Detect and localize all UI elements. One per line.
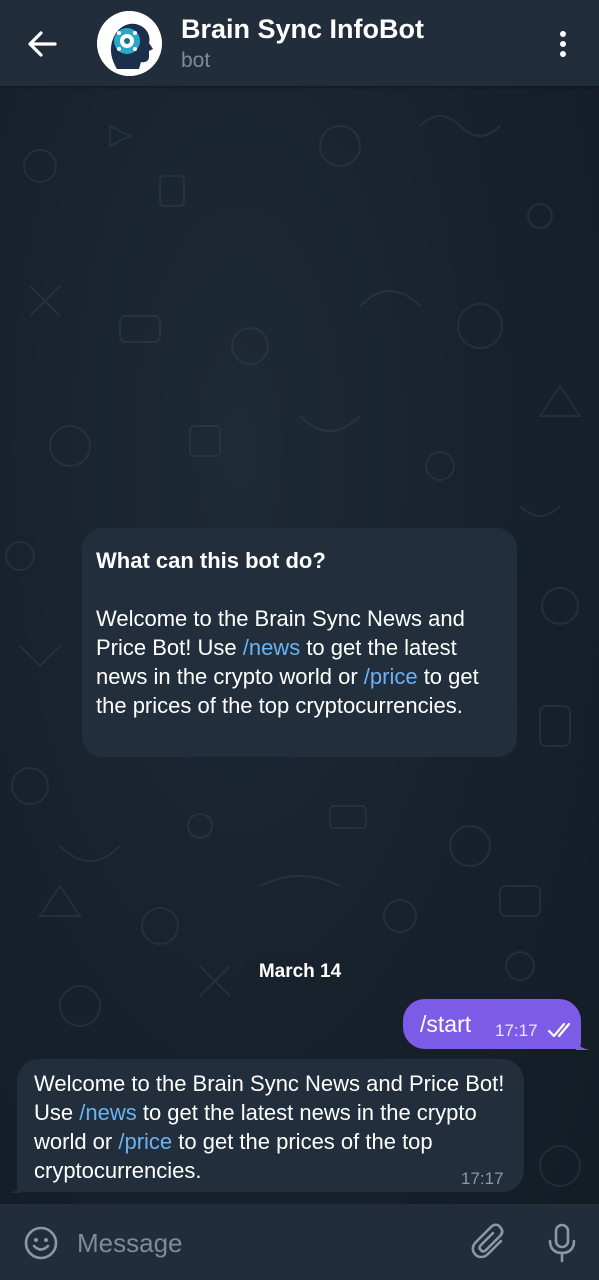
bot-avatar[interactable] [97,11,162,76]
card-description: Welcome to the Brain Sync News and Price… [96,606,479,718]
message-input-bar: Message [0,1204,599,1280]
chat-header: Brain Sync InfoBot bot [0,0,599,86]
back-arrow-icon [28,31,57,57]
microphone-icon[interactable] [545,1222,579,1264]
message-text: Welcome to the Brain Sync News and Price… [34,1071,505,1183]
double-check-icon [547,1022,571,1038]
price-command-link[interactable]: /price [364,664,418,689]
date-separator: March 14 [245,955,355,988]
incoming-message[interactable]: Welcome to the Brain Sync News and Price… [17,1059,524,1192]
bot-description-card: What can this bot do? Welcome to the Bra… [82,528,517,757]
news-command-link[interactable]: /news [79,1100,136,1125]
message-input[interactable]: Message [77,1228,183,1259]
outgoing-message[interactable]: /start 17:17 [403,999,581,1049]
emoji-icon[interactable] [23,1225,59,1261]
price-command-link[interactable]: /price [118,1129,172,1154]
more-vertical-icon[interactable] [545,22,581,66]
card-heading: What can this bot do? [96,548,326,573]
bubble-tail [576,1040,590,1050]
attach-paperclip-icon[interactable] [471,1223,509,1263]
bubble-tail [8,1183,22,1193]
message-text: /start [420,1011,472,1037]
chat-subtitle: bot [181,49,211,72]
news-command-link[interactable]: /news [243,635,300,660]
chat-title[interactable]: Brain Sync InfoBot [181,14,424,45]
message-time: 17:17 [461,1169,504,1188]
message-time: 17:17 [495,1021,538,1040]
back-button[interactable] [20,25,64,63]
